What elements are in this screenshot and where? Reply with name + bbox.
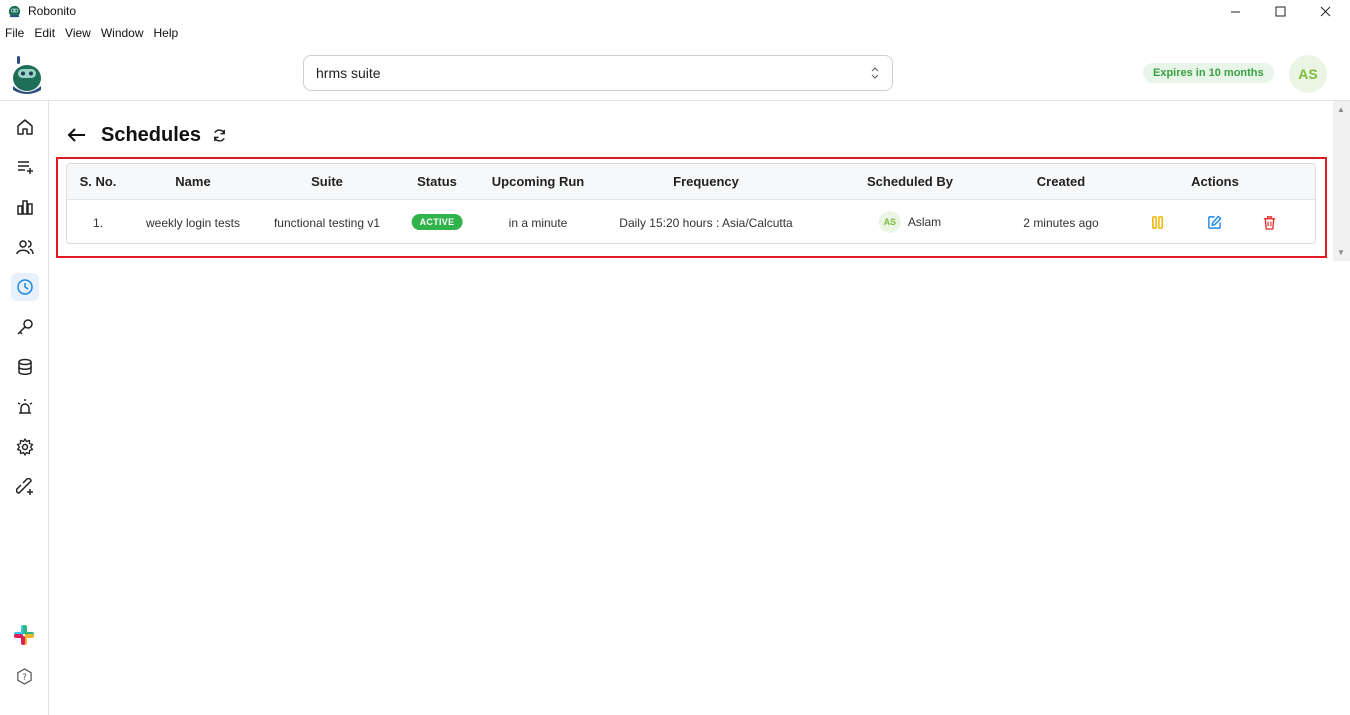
sidebar-item-reports[interactable] <box>11 193 39 221</box>
sidebar-item-settings[interactable] <box>11 433 39 461</box>
col-status: Status <box>417 174 457 189</box>
close-button[interactable] <box>1302 0 1348 22</box>
cell-frequency: Daily 15:20 hours : Asia/Calcutta <box>619 216 793 230</box>
col-actions: Actions <box>1191 174 1239 189</box>
alarm-icon <box>17 399 33 414</box>
menu-help[interactable]: Help <box>149 26 184 46</box>
scheduled-by-name: Aslam <box>907 215 942 229</box>
sidebar-item-keys[interactable] <box>11 313 39 341</box>
edit-icon <box>1207 215 1221 229</box>
menu-bar: File Edit View Window Help <box>0 26 183 46</box>
page-title: Schedules <box>101 123 202 146</box>
avatar: AS <box>878 211 901 233</box>
col-frequency: Frequency <box>673 174 739 189</box>
cell-scheduled-by: AS Aslam <box>878 211 942 233</box>
cell-name: weekly login tests <box>145 216 241 230</box>
reports-icon <box>17 200 33 215</box>
minimize-button[interactable] <box>1212 0 1258 22</box>
scrollbar[interactable]: ▲ ▼ <box>1333 101 1350 261</box>
cell-suite: functional testing v1 <box>273 216 381 230</box>
sidebar-item-integrations[interactable] <box>11 473 39 501</box>
delete-icon <box>1263 215 1275 230</box>
col-created: Created <box>1036 174 1086 189</box>
integrations-icon <box>16 478 33 495</box>
sidebar-item-alerts[interactable] <box>11 393 39 421</box>
svg-text:?: ? <box>22 673 27 683</box>
home-icon <box>17 119 33 135</box>
expiry-badge: Expires in 10 months <box>1143 63 1274 83</box>
maximize-button[interactable] <box>1257 0 1303 22</box>
sidebar-item-schedules[interactable] <box>11 273 39 301</box>
settings-icon <box>16 438 34 456</box>
window-titlebar: Robonito <box>0 0 1350 22</box>
key-icon <box>17 319 33 335</box>
col-scheduled-by: Scheduled By <box>867 174 953 189</box>
page-header: Schedules <box>66 120 227 150</box>
back-arrow-icon[interactable] <box>66 126 88 144</box>
sidebar-item-database[interactable] <box>11 353 39 381</box>
window-title: Robonito <box>28 4 77 18</box>
app-logo-icon <box>8 5 21 18</box>
pause-button[interactable] <box>1149 214 1165 230</box>
table-header: S. No. Name Suite Status Upcoming Run Fr… <box>67 164 1315 200</box>
help-icon[interactable]: ? <box>16 668 33 685</box>
suite-select-value: hrms suite <box>316 65 381 81</box>
test-list-icon <box>18 161 33 174</box>
user-avatar[interactable]: AS <box>1289 55 1327 93</box>
sidebar: ? <box>0 101 49 715</box>
cell-sno: 1. <box>92 216 104 230</box>
menu-edit[interactable]: Edit <box>29 26 60 46</box>
col-sno: S. No. <box>79 174 117 189</box>
app-header: hrms suite Expires in 10 months AS <box>0 48 1350 101</box>
users-icon <box>16 240 34 255</box>
col-name: Name <box>175 174 211 189</box>
scroll-up-icon[interactable]: ▲ <box>1337 105 1345 114</box>
slack-icon[interactable] <box>12 623 36 647</box>
menu-window[interactable]: Window <box>96 26 149 46</box>
col-suite: Suite <box>311 174 343 189</box>
schedules-icon <box>17 279 33 295</box>
sidebar-item-home[interactable] <box>11 113 39 141</box>
menu-file[interactable]: File <box>0 26 29 46</box>
delete-button[interactable] <box>1261 214 1277 230</box>
cell-upcoming-run: in a minute <box>508 216 568 230</box>
scroll-down-icon[interactable]: ▼ <box>1337 248 1345 257</box>
refresh-icon[interactable] <box>212 128 227 143</box>
edit-button[interactable] <box>1206 214 1222 230</box>
chevron-updown-icon <box>871 67 879 79</box>
suite-select[interactable]: hrms suite <box>303 55 893 91</box>
status-badge: ACTIVE <box>411 214 463 230</box>
col-upcoming-run: Upcoming Run <box>491 174 585 189</box>
database-icon <box>18 358 32 375</box>
sidebar-item-tests[interactable] <box>11 153 39 181</box>
menu-view[interactable]: View <box>60 26 96 46</box>
schedules-table: S. No. Name Suite Status Upcoming Run Fr… <box>66 163 1316 244</box>
table-row[interactable]: 1. weekly login tests functional testing… <box>67 201 1315 243</box>
sidebar-item-users[interactable] <box>11 233 39 261</box>
robonito-logo[interactable] <box>9 54 45 94</box>
pause-icon <box>1151 215 1163 229</box>
cell-created: 2 minutes ago <box>1023 216 1099 230</box>
